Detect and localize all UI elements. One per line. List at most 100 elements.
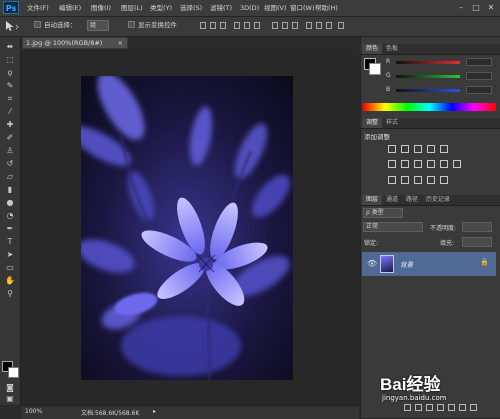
hand-tool-icon[interactable]: ✋ (3, 275, 17, 286)
screen-mode-icon[interactable]: ▣ (3, 393, 17, 404)
green-slider[interactable] (396, 75, 460, 78)
color-lookup-icon[interactable] (453, 160, 461, 168)
color-balance-icon[interactable] (401, 160, 409, 168)
menu-edit[interactable]: 编辑(E) (59, 0, 81, 16)
blur-tool-icon[interactable]: ● (3, 197, 17, 208)
auto-select-dropdown[interactable]: 组 (87, 20, 109, 31)
tab-history[interactable]: 历史记录 (422, 195, 454, 205)
tab-adjustments[interactable]: 调整 (362, 118, 383, 128)
curves-icon[interactable] (414, 145, 422, 153)
color-bg-swatch[interactable] (369, 63, 381, 75)
color-spectrum-ramp[interactable] (363, 103, 496, 111)
menu-image[interactable]: 图像(I) (91, 0, 111, 16)
selective-color-icon[interactable] (440, 176, 448, 184)
move-tool-icon[interactable] (4, 20, 20, 32)
menu-window[interactable]: 窗口(W) (290, 0, 315, 16)
tab-paths[interactable]: 路径 (402, 195, 422, 205)
tab-layers[interactable]: 图层 (362, 195, 383, 205)
layer-row-background[interactable]: 👁 背景 🔒 (362, 252, 496, 276)
dodge-tool-icon[interactable]: ◔ (3, 210, 17, 221)
marquee-tool-icon[interactable]: ⬚ (3, 54, 17, 65)
vibrance-icon[interactable] (440, 145, 448, 153)
brush-tool-icon[interactable]: ✐ (3, 132, 17, 143)
pen-tool-icon[interactable]: ✒ (3, 223, 17, 234)
align-vcenter-icon[interactable] (210, 22, 216, 29)
close-tab-icon[interactable]: × (118, 38, 123, 49)
auto-select-checkbox[interactable] (34, 21, 41, 28)
align-right-icon[interactable] (254, 22, 260, 29)
tab-swatches[interactable]: 色板 (382, 44, 402, 54)
document-image[interactable] (81, 76, 293, 380)
zoom-level[interactable]: 100% (25, 408, 42, 415)
invert-icon[interactable] (388, 176, 396, 184)
blend-mode-dropdown[interactable]: 正常 (363, 222, 423, 232)
quick-mask-icon[interactable]: ◙ (3, 382, 17, 393)
distribute-hcenter-icon[interactable] (316, 22, 322, 29)
lasso-tool-icon[interactable]: ϙ (3, 67, 17, 78)
layers-panel-tabs: 图层 通道 路径 历史记录 (360, 195, 500, 206)
history-brush-tool-icon[interactable]: ↺ (3, 158, 17, 169)
layer-filter-dropdown[interactable]: ρ 类型 (363, 208, 403, 218)
distribute-right-icon[interactable] (326, 22, 332, 29)
background-color-swatch[interactable] (8, 367, 19, 378)
zoom-tool-icon[interactable]: ⚲ (3, 288, 17, 299)
hue-saturation-icon[interactable] (388, 160, 396, 168)
gradient-tool-icon[interactable]: ▮ (3, 184, 17, 195)
align-hcenter-icon[interactable] (244, 22, 250, 29)
status-menu-arrow[interactable]: ▸ (153, 408, 156, 415)
gradient-map-icon[interactable] (427, 176, 435, 184)
menu-select[interactable]: 选择(S) (180, 0, 202, 16)
photo-filter-icon[interactable] (427, 160, 435, 168)
tab-styles[interactable]: 样式 (382, 118, 402, 128)
black-white-icon[interactable] (414, 160, 422, 168)
layer-name[interactable]: 背景 (400, 259, 413, 269)
menu-file[interactable]: 文件(F) (27, 0, 49, 16)
red-slider[interactable] (396, 61, 460, 64)
align-top-icon[interactable] (200, 22, 206, 29)
blue-slider[interactable] (396, 89, 460, 92)
levels-icon[interactable] (401, 145, 409, 153)
tab-channels[interactable]: 通道 (382, 195, 402, 205)
menu-view[interactable]: 视图(V) (264, 0, 287, 16)
document-tab[interactable]: 1.jpg @ 100%(RGB/8#) × (22, 37, 128, 49)
tab-color[interactable]: 颜色 (362, 44, 383, 54)
menu-help[interactable]: 帮助(H) (315, 0, 338, 16)
maximize-button[interactable]: □ (470, 2, 482, 13)
opacity-field[interactable] (462, 222, 492, 232)
minimize-button[interactable]: – (455, 2, 467, 13)
clone-stamp-tool-icon[interactable]: ♙ (3, 145, 17, 156)
threshold-icon[interactable] (414, 176, 422, 184)
move-tool-icon[interactable]: ⬌ (3, 41, 17, 52)
channel-mixer-icon[interactable] (440, 160, 448, 168)
align-left-icon[interactable] (234, 22, 240, 29)
quick-select-tool-icon[interactable]: ✎ (3, 80, 17, 91)
close-button[interactable]: ✕ (485, 2, 497, 13)
type-tool-icon[interactable]: T (3, 236, 17, 247)
brightness-contrast-icon[interactable] (388, 145, 396, 153)
shape-tool-icon[interactable]: ▭ (3, 262, 17, 273)
menu-filter[interactable]: 滤镜(T) (210, 0, 232, 16)
auto-align-icon[interactable] (338, 22, 344, 29)
align-bottom-icon[interactable] (220, 22, 226, 29)
crop-tool-icon[interactable]: ⌗ (3, 93, 17, 104)
healing-brush-tool-icon[interactable]: ✚ (3, 119, 17, 130)
menu-layer[interactable]: 图层(L) (121, 0, 143, 16)
layer-visibility-eye-icon[interactable]: 👁 (367, 259, 377, 268)
show-transform-checkbox[interactable] (128, 21, 135, 28)
exposure-icon[interactable] (427, 145, 435, 153)
eyedropper-tool-icon[interactable]: ⁄ (3, 106, 17, 117)
options-bar: 自动选择： 组 显示变换控件 (0, 17, 500, 37)
distribute-vcenter-icon[interactable] (282, 22, 288, 29)
menu-3d[interactable]: 3D(D) (240, 0, 259, 16)
path-select-tool-icon[interactable]: ➤ (3, 249, 17, 260)
eraser-tool-icon[interactable]: ▱ (3, 171, 17, 182)
menu-type[interactable]: 类型(Y) (150, 0, 172, 16)
distribute-left-icon[interactable] (306, 22, 312, 29)
distribute-bottom-icon[interactable] (292, 22, 298, 29)
fill-field[interactable] (462, 237, 492, 247)
green-value-field[interactable] (466, 72, 492, 80)
blue-value-field[interactable] (466, 86, 492, 94)
distribute-top-icon[interactable] (272, 22, 278, 29)
posterize-icon[interactable] (401, 176, 409, 184)
red-value-field[interactable] (466, 58, 492, 66)
